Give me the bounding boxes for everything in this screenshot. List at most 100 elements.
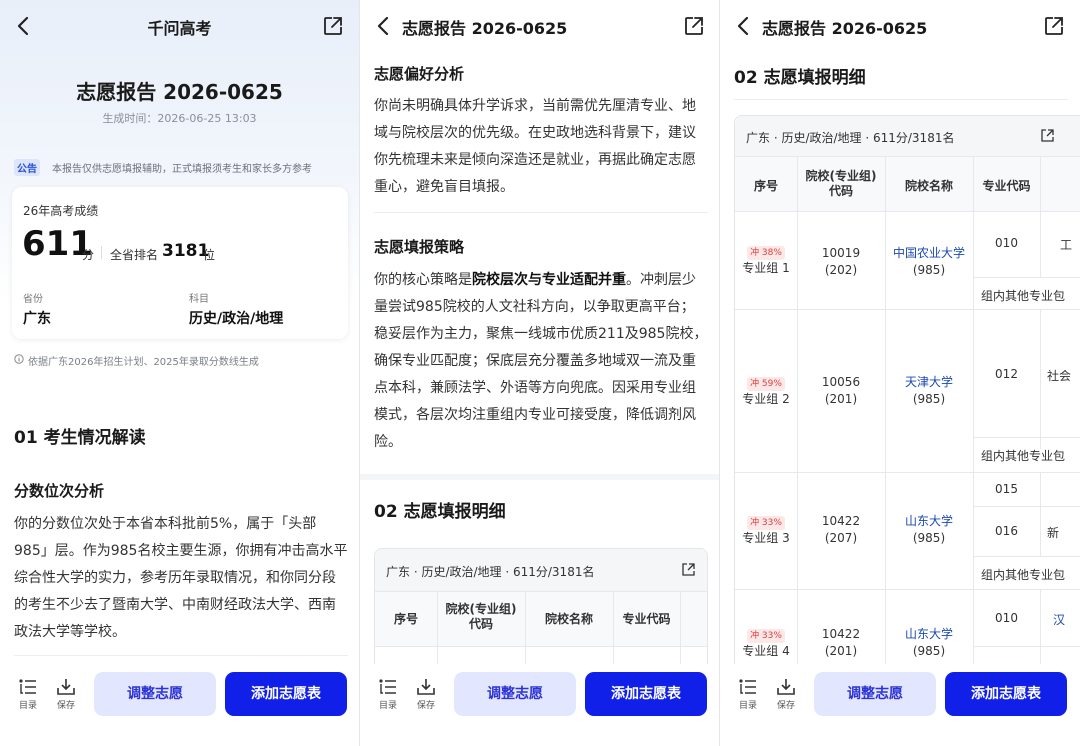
probability-tag: 冲 38% [747, 246, 785, 260]
basis-note: 依据广东2026年招生计划、2025年录取分数线生成 [28, 357, 259, 368]
nav-title: 千问高考 [147, 19, 212, 38]
school-link[interactable]: 山东大学 (985) [885, 626, 973, 660]
probability-tag: 冲 33% [747, 629, 785, 643]
table-row-code: 10056 (201) [821, 375, 861, 406]
save-button[interactable]: 保存 [414, 678, 438, 711]
province-label: 省份 [23, 294, 43, 305]
add-table-button[interactable]: 添加志愿表 [225, 672, 347, 716]
probability-tag: 冲 33% [747, 516, 785, 530]
table-row-index: 冲 33% 专业组 3 [742, 516, 790, 545]
subsection-title: 分数位次分析 [14, 482, 105, 500]
school-link[interactable]: 山东大学 (985) [885, 513, 973, 547]
header-school: 院校名称 [904, 179, 953, 193]
download-icon [777, 679, 795, 695]
info-icon [14, 354, 24, 364]
other-majors-link[interactable]: 组内其他专业包 [973, 566, 1080, 583]
back-arrow-icon[interactable] [736, 16, 752, 36]
divider [735, 211, 1080, 212]
major-code: 010 [995, 236, 1018, 250]
share-edit-icon[interactable] [1044, 16, 1064, 36]
save-label: 保存 [776, 701, 795, 711]
download-icon [417, 679, 435, 695]
panel-report-overview: 千问高考 志愿报告 2026-0625 生成时间：2026-06-25 13:0… [0, 0, 359, 746]
divider [1040, 589, 1041, 676]
table-caption: 广东 · 历史/政治/地理 · 611分/3181名 [386, 565, 595, 579]
header-code: 院校(专业组) 代码 [805, 169, 877, 198]
divider [973, 437, 1080, 438]
strategy-highlight: 院校层次与专业适配并重 [472, 272, 626, 288]
header-school: 院校名称 [544, 612, 593, 626]
other-majors-link[interactable]: 组内其他专业包 [973, 447, 1080, 464]
major-name-clipped: 工 [1060, 238, 1073, 252]
preference-text: 你尚未明确具体升学诉求，当前需优先厘清专业、地域与院校层次的优先级。在史政地选科… [374, 98, 696, 195]
subject-value: 历史/政治/地理 [189, 311, 284, 327]
toc-label: 目录 [18, 701, 37, 711]
other-majors-link[interactable]: 组内其他专业包 [973, 287, 1080, 304]
toc-icon [19, 679, 36, 694]
toc-icon [739, 679, 756, 694]
header-index: 序号 [753, 179, 778, 193]
divider [973, 506, 1080, 507]
adjust-button[interactable]: 调整志愿 [814, 672, 936, 716]
share-edit-icon[interactable] [684, 16, 704, 36]
toc-label: 目录 [378, 701, 397, 711]
province-value: 广东 [23, 311, 51, 327]
add-table-button[interactable]: 添加志愿表 [585, 672, 707, 716]
table-caption: 广东 · 历史/政治/地理 · 611分/3181名 [746, 131, 955, 145]
toc-icon [379, 679, 396, 694]
nav-bar: 千问高考 [0, 0, 359, 52]
score-unit: 分 [82, 248, 95, 262]
header-major-code: 专业代码 [982, 179, 1031, 193]
nav-title: 志愿报告 2026-0625 [762, 19, 928, 38]
save-label: 保存 [56, 701, 75, 711]
table-row-index: 冲 38% 专业组 1 [742, 246, 790, 275]
section-title: 02 志愿填报明细 [374, 502, 506, 522]
export-icon[interactable] [1040, 128, 1055, 143]
toc-button[interactable]: 目录 [16, 678, 40, 711]
score-analysis-text: 你的分数位次处于本省本科批前5%，属于「头部985」层。作为985名校主要生源，… [14, 516, 348, 640]
download-icon [57, 679, 75, 695]
divider [375, 646, 707, 647]
major-name-clipped: 社会 [1047, 369, 1072, 383]
save-button[interactable]: 保存 [774, 678, 798, 711]
save-button[interactable]: 保存 [54, 678, 78, 711]
nav-bar: 志愿报告 2026-0625 [360, 0, 720, 52]
school-link[interactable]: 中国农业大学 (985) [885, 245, 973, 279]
notice-text: 本报告仅供志愿填报辅助，正式填报须考生和家长多方参考 [52, 164, 312, 175]
rank-unit: 位 [203, 248, 216, 262]
divider [735, 589, 1080, 590]
divider [101, 246, 102, 259]
rank-prefix: 全省排名 [110, 248, 159, 262]
bottom-action-bar: 目录 保存 调整志愿 添加志愿表 [720, 664, 1080, 746]
add-table-button[interactable]: 添加志愿表 [945, 672, 1067, 716]
detail-table[interactable]: 广东 · 历史/政治/地理 · 611分/3181名 序号 院校(专业组) 代码 … [734, 115, 1080, 676]
table-row-index: 冲 33% 专业组 4 [742, 629, 790, 658]
school-link[interactable]: 天津大学 (985) [885, 374, 973, 408]
toc-label: 目录 [738, 701, 757, 711]
score-card: 26年高考成绩 611 分 全省排名 3181 位 省份 广东 科目 历史/政治… [12, 187, 348, 339]
adjust-button[interactable]: 调整志愿 [94, 672, 216, 716]
nav-title: 志愿报告 2026-0625 [402, 19, 568, 38]
table-row-code: 10422 (207) [821, 514, 861, 545]
share-edit-icon[interactable] [323, 16, 343, 36]
header-code: 院校(专业组) 代码 [445, 602, 517, 631]
generated-time: 生成时间：2026-06-25 13:03 [102, 112, 257, 125]
export-icon[interactable] [681, 562, 696, 577]
nav-bar: 志愿报告 2026-0625 [720, 0, 1080, 52]
toc-button[interactable]: 目录 [736, 678, 760, 711]
preference-title: 志愿偏好分析 [374, 65, 465, 83]
divider [734, 99, 1068, 100]
adjust-button[interactable]: 调整志愿 [454, 672, 576, 716]
back-arrow-icon[interactable] [376, 16, 392, 36]
divider [973, 556, 1080, 557]
header-major-code: 专业代码 [622, 612, 671, 626]
major-code: 012 [995, 367, 1018, 381]
probability-tag: 冲 59% [747, 377, 785, 391]
bottom-action-bar: 目录 保存 调整志愿 添加志愿表 [0, 664, 359, 746]
divider [1040, 157, 1041, 277]
divider [885, 157, 886, 676]
divider [735, 472, 1080, 473]
divider [973, 157, 974, 676]
panel-preference-strategy: 志愿报告 2026-0625 志愿偏好分析 你尚未明确具体升学诉求，当前需优先厘… [360, 0, 720, 746]
toc-button[interactable]: 目录 [376, 678, 400, 711]
